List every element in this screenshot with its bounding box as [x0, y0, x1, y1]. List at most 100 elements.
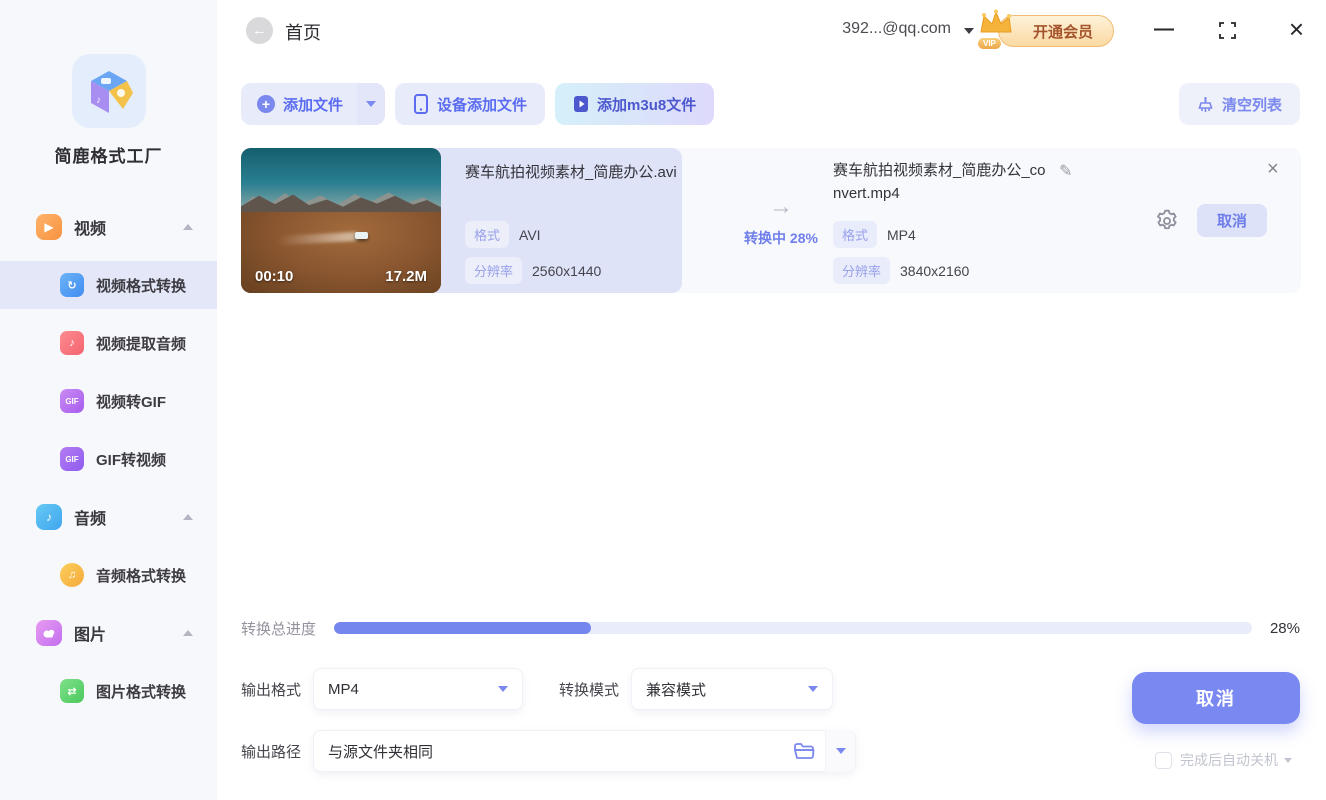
vip-upgrade-button[interactable]: VIP 开通会员: [976, 9, 1114, 50]
open-folder-button[interactable]: [793, 742, 815, 760]
device-add-label: 设备添加文件: [437, 96, 528, 114]
convert-mode-value: 兼容模式: [646, 681, 707, 699]
target-format-row: 格式 MP4: [833, 221, 916, 248]
page-title: 首页: [285, 23, 321, 43]
conversion-status: 转换中 28%: [744, 230, 818, 246]
sidebar-item-extract-audio[interactable]: ♪ 视频提取音频: [0, 319, 217, 367]
collapse-caret-icon: [183, 224, 193, 230]
add-file-button[interactable]: + 添加文件: [241, 83, 386, 125]
auto-shutdown-checkbox[interactable]: [1155, 751, 1172, 769]
audio-convert-icon: ♫: [60, 563, 84, 587]
caret-down-icon: [835, 748, 846, 754]
source-filename: 赛车航拍视频素材_简鹿办公.avi: [465, 164, 677, 181]
output-path-value: 与源文件夹相同: [328, 743, 434, 761]
caret-down-icon: [808, 686, 819, 692]
total-progress-label: 转换总进度: [241, 620, 317, 638]
output-settings-row: 输出格式 MP4 转换模式 兼容模式: [241, 668, 834, 710]
output-path-label: 输出路径: [241, 743, 302, 761]
video-to-gif-icon: GIF: [60, 389, 84, 413]
video-camera-icon: ▶: [36, 214, 62, 240]
thumbnail-car: [355, 232, 368, 239]
minimize-icon: —: [1154, 18, 1174, 40]
gear-icon: [1157, 209, 1177, 230]
add-file-label: 添加文件: [283, 96, 344, 114]
maximize-button[interactable]: [1219, 22, 1236, 44]
target-filename: 赛车航拍视频素材_简鹿办公_convert.mp4: [833, 162, 1046, 202]
clear-list-button[interactable]: 清空列表: [1178, 83, 1300, 125]
clear-list-label: 清空列表: [1221, 96, 1282, 114]
back-icon: ←: [252, 22, 267, 39]
close-icon: ×: [1288, 14, 1304, 44]
topbar: ← 首页 392...@qq.com VIP 开通会员 — ×: [217, 0, 1326, 62]
app-name: 简鹿格式工厂: [54, 147, 163, 166]
video-thumbnail[interactable]: 00:10 17.2M: [241, 148, 441, 293]
convert-mode-label: 转换模式: [559, 681, 620, 699]
task-settings-button[interactable]: [1154, 208, 1180, 234]
sidebar-group-audio[interactable]: ♪ 音频: [0, 493, 217, 541]
conversion-task-row: 00:10 17.2M 赛车航拍视频素材_简鹿办公.avi 格式 AVI 分辨率…: [241, 148, 1301, 293]
add-file-dropdown[interactable]: [357, 83, 386, 125]
progress-bar: [334, 622, 1252, 634]
cube-logo-icon: ♪: [90, 71, 133, 113]
output-format-select[interactable]: MP4: [313, 668, 524, 710]
target-format-value: MP4: [887, 226, 916, 243]
video-filesize: 17.2M: [385, 268, 427, 285]
total-progress-row: 转换总进度 28%: [241, 618, 1300, 638]
minimize-button[interactable]: —: [1154, 18, 1174, 41]
sidebar: ♪ 简鹿格式工厂 ▶ 视频 ↻ 视频格式转换 ♪ 视频提取音频 GIF 视频转G…: [0, 0, 217, 800]
format-tag: 格式: [833, 221, 878, 248]
collapse-caret-icon: [183, 514, 193, 520]
sidebar-menu: ▶ 视频 ↻ 视频格式转换 ♪ 视频提取音频 GIF 视频转GIF GIF GI…: [0, 203, 217, 715]
vip-tag: VIP: [976, 37, 1002, 50]
svg-text:♪: ♪: [96, 95, 101, 106]
sidebar-group-image[interactable]: 图片: [0, 609, 217, 657]
progress-percent: 28%: [1269, 619, 1300, 637]
sidebar-item-video-to-gif[interactable]: GIF 视频转GIF: [0, 377, 217, 425]
edit-filename-icon[interactable]: ✎: [1059, 161, 1072, 181]
resolution-tag: 分辨率: [465, 257, 523, 284]
vip-label: 开通会员: [1032, 23, 1093, 41]
sidebar-item-audio-format-convert[interactable]: ♫ 音频格式转换: [0, 551, 217, 599]
output-path-dropdown[interactable]: [825, 730, 856, 772]
sidebar-item-video-format-convert[interactable]: ↻ 视频格式转换: [0, 261, 217, 309]
phone-icon: [413, 94, 429, 114]
app-logo-icon: ♪: [71, 54, 146, 128]
close-button[interactable]: ×: [1289, 14, 1304, 45]
output-format-value: MP4: [328, 680, 359, 698]
sidebar-group-video[interactable]: ▶ 视频: [0, 203, 217, 251]
maximize-icon: [1219, 22, 1236, 39]
sidebar-item-gif-to-video[interactable]: GIF GIF转视频: [0, 435, 217, 483]
toolbar: + 添加文件 设备添加文件 添加m3u8文件 清空列表: [241, 83, 1300, 125]
output-format-label: 输出格式: [241, 681, 302, 699]
image-icon: [36, 620, 62, 646]
back-button[interactable]: ←: [246, 17, 273, 44]
image-convert-icon: ⇄: [60, 679, 84, 703]
task-cancel-button[interactable]: 取消: [1197, 204, 1267, 237]
output-path-row: 输出路径 与源文件夹相同: [241, 730, 857, 772]
caret-down-icon: [366, 101, 377, 107]
video-convert-icon: ↻: [60, 273, 84, 297]
caret-down-icon: [498, 686, 509, 692]
auto-shutdown-label: 完成后自动关机: [1180, 752, 1278, 768]
broom-icon: [1197, 96, 1214, 113]
output-path-field[interactable]: 与源文件夹相同: [313, 730, 857, 772]
remove-task-icon[interactable]: ×: [1267, 158, 1279, 181]
account-email[interactable]: 392...@qq.com: [842, 20, 951, 38]
progress-fill: [334, 622, 592, 634]
source-resolution-value: 2560x1440: [532, 262, 602, 279]
collapse-caret-icon: [183, 630, 193, 636]
add-m3u8-label: 添加m3u8文件: [597, 96, 697, 114]
video-duration: 00:10: [255, 268, 294, 285]
convert-mode-select[interactable]: 兼容模式: [631, 668, 834, 710]
app-logo: ♪ 简鹿格式工厂: [0, 54, 217, 167]
target-resolution-row: 分辨率 3840x2160: [833, 257, 969, 284]
target-resolution-value: 3840x2160: [900, 262, 970, 279]
gif-to-video-icon: GIF: [60, 447, 84, 471]
add-m3u8-button[interactable]: 添加m3u8文件: [555, 83, 715, 125]
sidebar-item-image-format-convert[interactable]: ⇄ 图片格式转换: [0, 667, 217, 715]
extract-audio-icon: ♪: [60, 331, 84, 355]
cancel-all-button[interactable]: 取消: [1132, 672, 1300, 724]
auto-shutdown-option[interactable]: 完成后自动关机: [1155, 750, 1292, 770]
source-resolution-row: 分辨率 2560x1440: [465, 257, 601, 284]
device-add-file-button[interactable]: 设备添加文件: [395, 83, 546, 125]
